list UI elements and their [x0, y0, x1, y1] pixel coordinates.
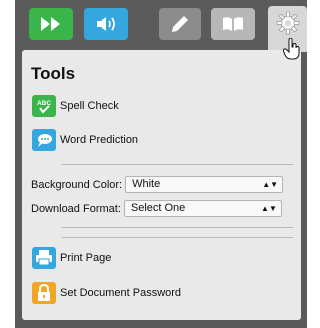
download-format-select[interactable]: Select One ▲▼: [123, 200, 282, 217]
gear-icon: [276, 11, 299, 35]
app-frame: Tools ABC Spell Check Word Prediction Ba…: [15, 0, 307, 328]
download-format-value: Select One: [130, 202, 186, 214]
spell-check-label: Spell Check: [60, 100, 119, 112]
panel-title: Tools: [31, 64, 76, 83]
background-color-select[interactable]: White ▲▼: [125, 176, 284, 193]
book-button[interactable]: [211, 8, 255, 40]
play-icon: [41, 17, 60, 31]
download-format-label: Download Format:: [31, 202, 121, 215]
select-arrows-icon: ▲▼: [262, 180, 279, 189]
background-color-label: Background Color:: [31, 178, 123, 191]
play-button[interactable]: [29, 8, 73, 40]
lock-icon: [32, 282, 56, 304]
set-password-label: Set Document Password: [60, 287, 182, 299]
speaker-button[interactable]: [84, 8, 128, 40]
set-password-item[interactable]: Set Document Password: [32, 282, 181, 304]
divider: [62, 227, 293, 228]
print-page-item[interactable]: Print Page: [32, 247, 111, 269]
speaker-icon: [97, 17, 115, 31]
download-format-row: Download Format: Select One ▲▼: [31, 200, 282, 217]
select-arrows-icon: ▲▼: [261, 204, 277, 213]
background-color-value: White: [132, 178, 161, 190]
divider: [62, 164, 293, 165]
printer-icon: [32, 247, 56, 269]
pencil-button[interactable]: [159, 8, 201, 40]
svg-text:ABC: ABC: [37, 100, 51, 107]
word-prediction-icon: [32, 129, 56, 151]
hand-cursor-icon: [283, 38, 300, 60]
toolbar: [15, 0, 307, 54]
book-icon: [223, 17, 243, 31]
spell-check-item[interactable]: ABC Spell Check: [32, 95, 119, 117]
word-prediction-item[interactable]: Word Prediction: [32, 129, 138, 151]
divider: [62, 237, 293, 238]
background-color-row: Background Color: White ▲▼: [31, 176, 284, 193]
tools-panel: Tools ABC Spell Check Word Prediction Ba…: [22, 50, 301, 320]
spell-check-icon: ABC: [32, 95, 56, 117]
pencil-icon: [172, 16, 188, 32]
print-page-label: Print Page: [60, 252, 112, 264]
word-prediction-label: Word Prediction: [60, 134, 139, 146]
